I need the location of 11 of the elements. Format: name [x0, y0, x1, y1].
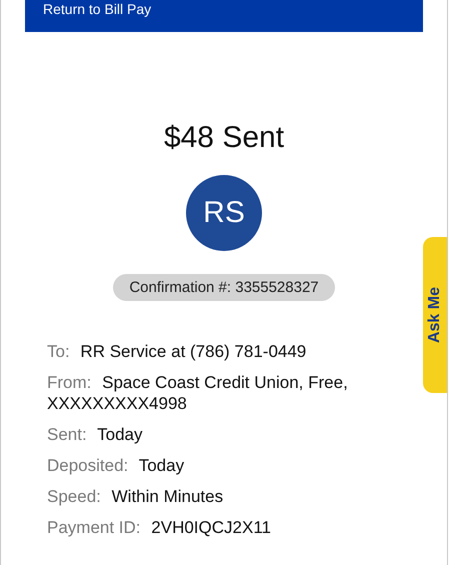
return-link[interactable]: Return to Bill Pay	[43, 1, 152, 17]
confirmation-badge: Confirmation #: 3355528327	[113, 274, 335, 301]
detail-row-text: Deposited: Today	[47, 455, 186, 476]
avatar: RS	[186, 175, 262, 251]
detail-row-text: Speed: Within Minutes	[47, 486, 224, 507]
detail-row-text: Payment ID: 2VH0IQCJ2X11	[47, 517, 272, 538]
detail-row-text: To: RR Service at (786) 781-0449	[47, 341, 308, 362]
amount-title: $48 Sent	[164, 121, 284, 155]
ask-me-tab[interactable]: Ask Me	[423, 237, 447, 393]
detail-row-text: From: Space Coast Credit Union, Free, XXXXXXXXX4998	[47, 372, 349, 414]
detail-row-text: Sent: Today	[47, 424, 144, 445]
